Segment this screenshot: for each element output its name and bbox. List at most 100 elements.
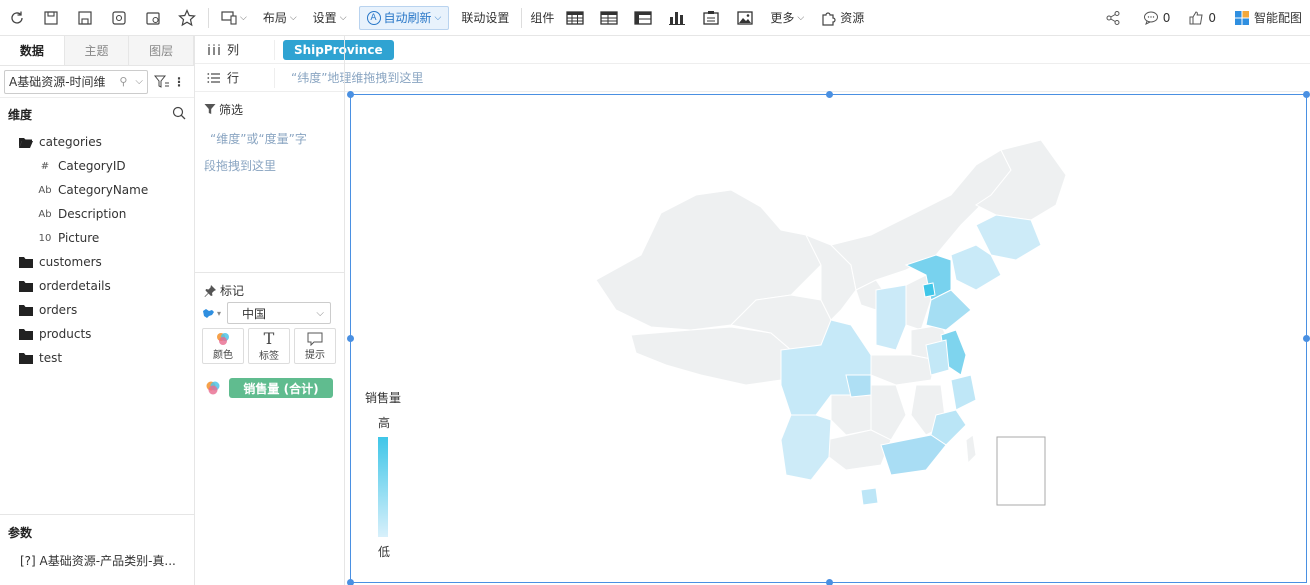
puzzle-icon [822,11,836,26]
favorite-star-icon[interactable] [170,0,204,36]
map-region-select[interactable]: 中国 ⌵ [227,302,332,324]
map-region-hubei [870,354,937,386]
tree-folder-test[interactable]: test [0,346,194,370]
chevron-down-icon: ⌵ [797,12,805,23]
comment-icon [1143,11,1158,25]
chevron-down-icon: ⌵ [316,307,325,319]
tree-field-picture[interactable]: 10 Picture [0,226,194,250]
legend-gradient-bar [378,437,388,537]
filter-header: 筛选 [195,96,344,122]
folder-icon [18,280,34,293]
tree-field-categoryid[interactable]: # CategoryID [0,154,194,178]
share-button[interactable] [1105,10,1125,26]
tab-theme[interactable]: 主题 [64,36,130,65]
preview-icon[interactable] [102,0,136,36]
filter-drop-zone[interactable]: “维度”或“度量”字 段拖拽到这里 [195,122,344,180]
map-chart-canvas[interactable]: 销售量 高 低 [347,91,1310,585]
legend-low-label: 低 [378,545,391,559]
map-region-chongqing [845,374,872,398]
mark-title: 标记 [220,284,245,298]
component-label: 组件 [530,11,555,25]
map-type-icon[interactable]: ▾ [202,307,221,319]
tree-label: products [39,327,92,341]
more-menu[interactable]: 更多 ⌵ [762,0,812,36]
tree-folder-categories[interactable]: categories [0,130,194,154]
folder-icon [18,256,34,269]
filter-fields-icon[interactable] [151,70,173,94]
smart-color-button[interactable]: 智能配图 [1234,9,1302,26]
tab-data[interactable]: 数据 [0,36,65,65]
number-field-icon: # [40,160,50,172]
layout-menu[interactable]: 布局 ⌵ [255,0,305,36]
map-region-beijing [922,282,936,298]
parameters-title: 参数 [8,525,33,540]
tree-label: orderdetails [39,279,111,293]
legend-title: 销售量 [365,391,402,405]
map-region-guizhou [830,394,872,436]
chevron-down-icon: ⌵ [339,12,347,23]
measure-pill[interactable]: 销售量 (合计) [229,378,333,398]
crosstab-icon[interactable] [592,0,626,36]
map-region-guangxi [825,429,892,471]
map-region-xizang [630,326,792,386]
freestyle-table-icon[interactable] [626,0,660,36]
tree-label: CategoryName [58,183,149,197]
color-measure-row: 销售量 (合计) [204,378,333,398]
map-region-taiwan [965,434,977,465]
save-as-icon[interactable] [68,0,102,36]
tree-folder-customers[interactable]: customers [0,250,194,274]
datasource-select[interactable]: A基础资源-时间维 ⚲ ⌵ [4,69,148,94]
tree-label: customers [39,255,102,269]
map-region-yunnan [780,414,832,481]
label-mark-button[interactable]: T 标签 [248,328,290,364]
color-mark-button[interactable]: 颜色 [202,328,244,364]
comment-button[interactable]: 0 [1143,10,1170,26]
chevron-down-icon: ⌵ [289,12,297,23]
map-region-hainan [860,487,879,506]
tree-label: orders [39,303,78,317]
tree-label: Picture [58,231,100,245]
tooltip-mark-button[interactable]: 提示 [294,328,336,364]
mark-buttons: 颜色 T 标签 提示 [202,328,340,364]
map-region-shaanxi [875,284,907,351]
auto-refresh-button[interactable]: A 自动刷新 ⌵ [358,5,450,30]
smart-color-label: 智能配图 [1253,11,1302,25]
thumbs-up-icon [1189,10,1203,24]
device-icon [221,10,237,25]
tree-folder-orders[interactable]: orders [0,298,194,322]
more-options-icon[interactable]: ⋮ [173,75,185,89]
like-count: 0 [1208,10,1216,25]
left-panel-tabs: 数据 主题 图层 [0,36,195,66]
tree-field-categoryname[interactable]: Ab CategoryName [0,178,194,202]
tree-label: Description [58,207,127,221]
image-component-icon[interactable] [728,0,762,36]
resource-label: 资源 [840,11,865,25]
tree-field-description[interactable]: Ab Description [0,202,194,226]
text-component-icon[interactable] [694,0,728,36]
refresh-icon[interactable] [0,0,34,36]
map-region-zhejiang [950,374,977,411]
save-icon[interactable] [34,0,68,36]
filter-icon [204,104,216,114]
schedule-icon[interactable] [136,0,170,36]
settings-menu[interactable]: 设置 ⌵ [305,0,355,36]
color-legend: 销售量 高 低 [365,389,425,560]
resource-button[interactable]: 资源 [812,0,872,36]
tab-layers[interactable]: 图层 [129,36,195,65]
table-icon[interactable] [558,0,592,36]
chevron-down-icon: ⌵ [434,12,442,23]
like-button[interactable]: 0 [1188,10,1216,26]
tree-folder-products[interactable]: products [0,322,194,346]
toolbar-divider [208,7,209,28]
parameter-item[interactable]: [?] A基础资源-产品类别-真... [0,549,194,571]
linkage-settings-button[interactable]: 联动设置 [453,0,517,36]
device-menu[interactable]: ⌵ [213,0,255,36]
map-region-hunan [870,384,907,441]
auto-refresh-label: 自动刷新 [383,11,432,25]
color-icon [217,332,229,345]
bar-chart-icon[interactable] [660,0,694,36]
smart-color-icon [1234,10,1249,25]
search-icon[interactable] [172,106,186,123]
tree-folder-orderdetails[interactable]: orderdetails [0,274,194,298]
share-icon [1106,10,1120,25]
